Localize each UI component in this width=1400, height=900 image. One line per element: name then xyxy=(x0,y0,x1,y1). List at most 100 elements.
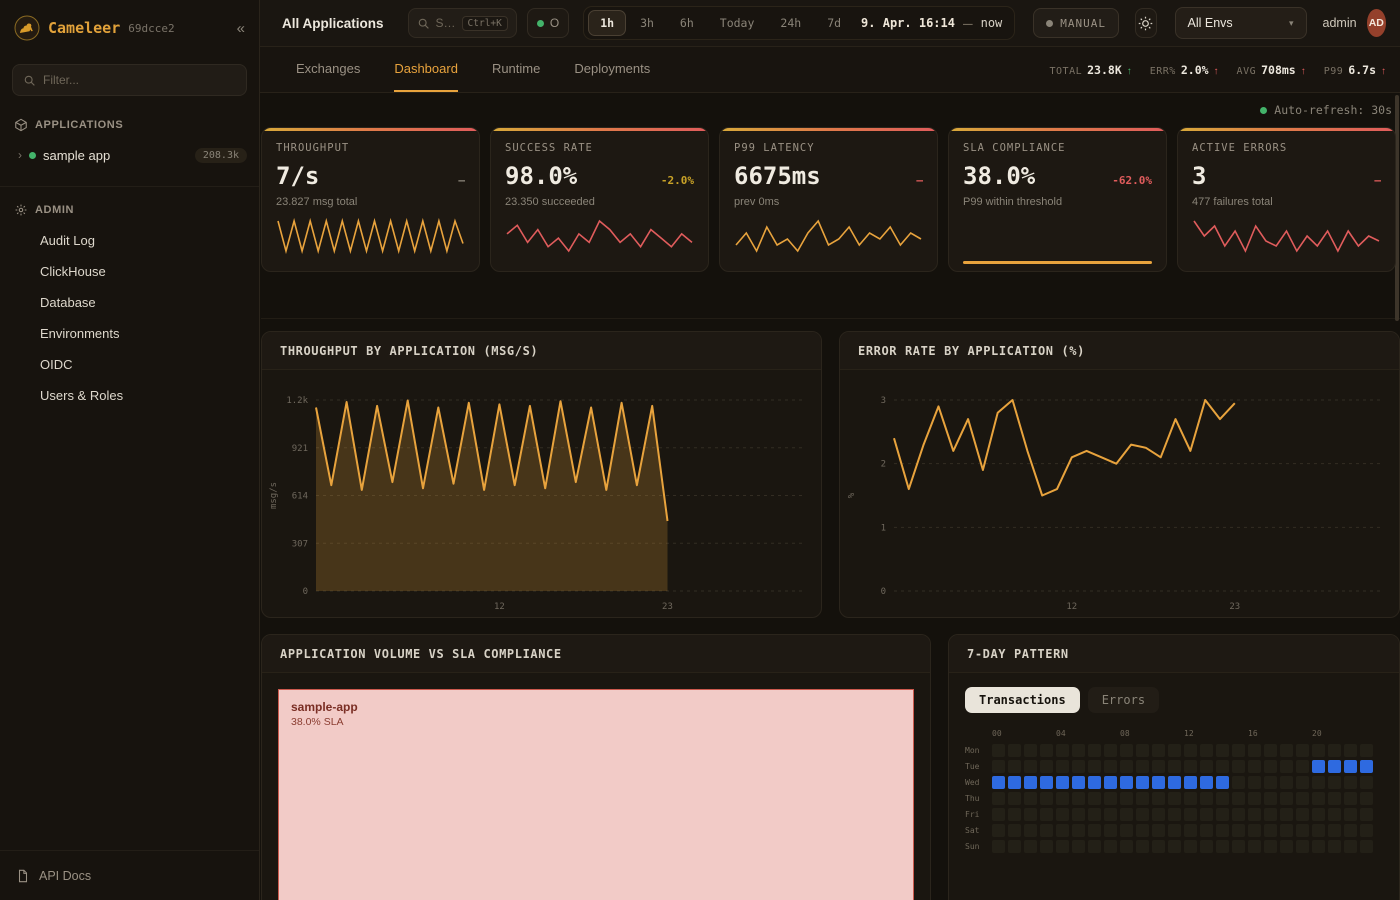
heatmap-cell[interactable] xyxy=(1232,760,1245,773)
heatmap-cell[interactable] xyxy=(1264,824,1277,837)
heatmap-cell[interactable] xyxy=(1136,824,1149,837)
error-rate-chart[interactable]: 32101223% xyxy=(840,370,1399,618)
heatmap-cell[interactable] xyxy=(1152,744,1165,757)
heatmap-cell[interactable] xyxy=(1008,744,1021,757)
heatmap-cell[interactable] xyxy=(1008,824,1021,837)
range-start[interactable]: 9. Apr. 16:14 xyxy=(861,16,955,30)
heatmap-cell[interactable] xyxy=(992,808,1005,821)
heatmap-cell[interactable] xyxy=(1312,824,1325,837)
heatmap-cell[interactable] xyxy=(1312,760,1325,773)
heatmap-cell[interactable] xyxy=(1088,792,1101,805)
api-docs-link[interactable]: API Docs xyxy=(0,850,259,900)
kpi-card-success-rate[interactable]: SUCCESS RATE 98.0% -2.0% 23.350 succeede… xyxy=(490,127,709,272)
heatmap-cell[interactable] xyxy=(1168,792,1181,805)
heatmap-cell[interactable] xyxy=(1248,808,1261,821)
heatmap-tab-errors[interactable]: Errors xyxy=(1088,687,1159,713)
heatmap-cell[interactable] xyxy=(1264,840,1277,853)
heatmap-cell[interactable] xyxy=(1056,760,1069,773)
heatmap-cell[interactable] xyxy=(1248,760,1261,773)
heatmap-cell[interactable] xyxy=(1088,824,1101,837)
heatmap-cell[interactable] xyxy=(1168,824,1181,837)
heatmap-cell[interactable] xyxy=(1104,824,1117,837)
sidebar-item-audit-log[interactable]: Audit Log xyxy=(0,225,259,256)
heatmap-cell[interactable] xyxy=(1040,776,1053,789)
heatmap-cell[interactable] xyxy=(1200,808,1213,821)
time-range-7d[interactable]: 7d xyxy=(815,10,853,36)
heatmap-cell[interactable] xyxy=(1328,760,1341,773)
heatmap-cell[interactable] xyxy=(1344,792,1357,805)
heatmap-cell[interactable] xyxy=(1040,808,1053,821)
heatmap-cell[interactable] xyxy=(1232,776,1245,789)
heatmap-cell[interactable] xyxy=(1328,744,1341,757)
heatmap-cell[interactable] xyxy=(1168,744,1181,757)
heatmap-cell[interactable] xyxy=(1344,840,1357,853)
filter-input[interactable] xyxy=(43,73,236,87)
heatmap-cell[interactable] xyxy=(1056,824,1069,837)
heatmap-cell[interactable] xyxy=(1168,840,1181,853)
heatmap-cell[interactable] xyxy=(1120,808,1133,821)
heatmap-cell[interactable] xyxy=(1296,744,1309,757)
heatmap-cell[interactable] xyxy=(1072,760,1085,773)
env-select[interactable]: All Envs ▾ xyxy=(1175,7,1307,39)
heatmap-cell[interactable] xyxy=(1088,808,1101,821)
heatmap-cell[interactable] xyxy=(1360,776,1373,789)
heatmap-cell[interactable] xyxy=(1360,792,1373,805)
heatmap-cell[interactable] xyxy=(1184,792,1197,805)
heatmap-cell[interactable] xyxy=(1184,808,1197,821)
heatmap-cell[interactable] xyxy=(1152,808,1165,821)
heatmap-cell[interactable] xyxy=(1024,776,1037,789)
heatmap-cell[interactable] xyxy=(1040,744,1053,757)
heatmap-cell[interactable] xyxy=(1216,760,1229,773)
heatmap-cell[interactable] xyxy=(1136,744,1149,757)
heatmap-cell[interactable] xyxy=(1040,792,1053,805)
heatmap-cell[interactable] xyxy=(1232,840,1245,853)
heatmap-cell[interactable] xyxy=(1088,744,1101,757)
heatmap-cell[interactable] xyxy=(1136,808,1149,821)
heatmap-cell[interactable] xyxy=(992,776,1005,789)
heatmap-cell[interactable] xyxy=(1104,760,1117,773)
heatmap-cell[interactable] xyxy=(1360,744,1373,757)
heatmap-cell[interactable] xyxy=(1184,744,1197,757)
heatmap-cell[interactable] xyxy=(1264,760,1277,773)
heatmap-cell[interactable] xyxy=(1056,792,1069,805)
treemap-block-sample-app[interactable]: sample-app 38.0% SLA xyxy=(278,689,914,900)
heatmap-cell[interactable] xyxy=(1072,824,1085,837)
heatmap-cell[interactable] xyxy=(1216,792,1229,805)
heatmap-cell[interactable] xyxy=(1120,840,1133,853)
heatmap-cell[interactable] xyxy=(1088,760,1101,773)
heatmap-cell[interactable] xyxy=(1056,840,1069,853)
sidebar-item-oidc[interactable]: OIDC xyxy=(0,349,259,380)
heatmap-cell[interactable] xyxy=(1040,824,1053,837)
kpi-card-throughput[interactable]: THROUGHPUT 7/s — 23.827 msg total xyxy=(261,127,480,272)
heatmap-cell[interactable] xyxy=(1312,808,1325,821)
heatmap-cell[interactable] xyxy=(1024,824,1037,837)
heatmap-cell[interactable] xyxy=(1104,808,1117,821)
heatmap-cell[interactable] xyxy=(1152,760,1165,773)
heatmap-cell[interactable] xyxy=(1296,824,1309,837)
heatmap-cell[interactable] xyxy=(1136,760,1149,773)
heatmap-cell[interactable] xyxy=(1008,840,1021,853)
heatmap-cell[interactable] xyxy=(1360,760,1373,773)
heatmap-cell[interactable] xyxy=(1200,744,1213,757)
sidebar-item-sample-app[interactable]: › sample app 208.3k xyxy=(0,140,259,170)
heatmap-cell[interactable] xyxy=(1216,824,1229,837)
heatmap-cell[interactable] xyxy=(1024,808,1037,821)
time-range-today[interactable]: Today xyxy=(708,10,767,36)
heatmap-cell[interactable] xyxy=(1344,744,1357,757)
heatmap-cell[interactable] xyxy=(1040,840,1053,853)
heatmap-cell[interactable] xyxy=(1248,776,1261,789)
chevron-right-icon[interactable]: › xyxy=(18,148,22,162)
heatmap-cell[interactable] xyxy=(1264,776,1277,789)
heatmap-cell[interactable] xyxy=(1088,776,1101,789)
heatmap-cell[interactable] xyxy=(1152,792,1165,805)
heatmap-cell[interactable] xyxy=(1104,744,1117,757)
heatmap-cell[interactable] xyxy=(1296,840,1309,853)
heatmap-cell[interactable] xyxy=(1104,792,1117,805)
heatmap-cell[interactable] xyxy=(1264,808,1277,821)
heatmap-cell[interactable] xyxy=(1312,792,1325,805)
heatmap-cell[interactable] xyxy=(1024,760,1037,773)
heatmap-cell[interactable] xyxy=(1120,760,1133,773)
heatmap-cell[interactable] xyxy=(1088,840,1101,853)
heatmap-cell[interactable] xyxy=(1072,744,1085,757)
heatmap-cell[interactable] xyxy=(1104,840,1117,853)
